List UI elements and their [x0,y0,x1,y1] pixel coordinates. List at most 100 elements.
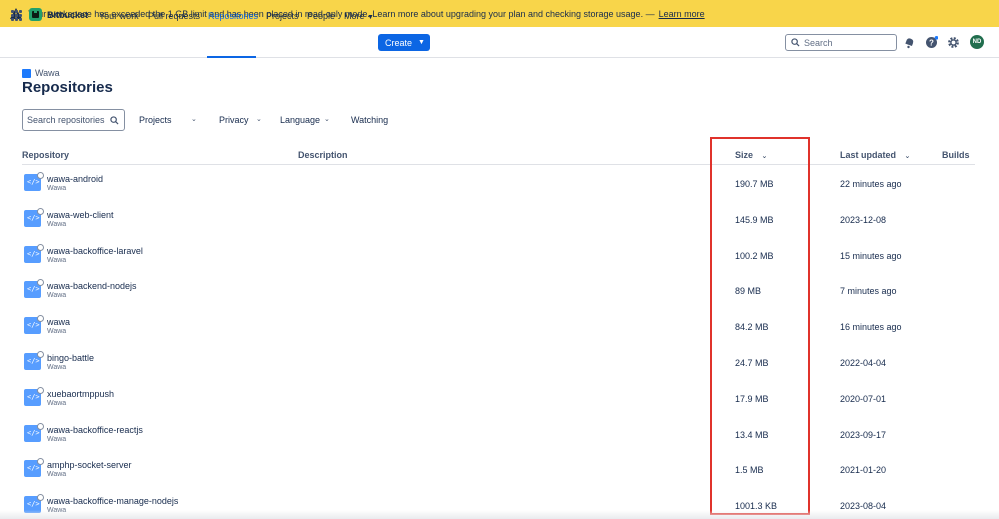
code-brackets-icon: </> [27,500,40,509]
breadcrumb-workspace[interactable]: Wawa [35,68,60,78]
repository-last-updated: 2021-01-20 [840,465,887,476]
settings-gear-icon[interactable] [947,36,960,49]
nav-more-label: More [344,11,365,21]
breadcrumb[interactable]: Wawa [22,68,60,78]
brand-name[interactable]: Bitbucket [47,10,88,20]
code-brackets-icon: </> [27,178,40,186]
global-search-input[interactable]: Search [785,34,897,51]
repository-icon: </> [24,172,44,191]
repository-project: Wawa [47,256,67,264]
table-row[interactable]: </> wawa-android Wawa 190.7 MB 22 minute… [22,165,975,201]
table-row[interactable]: </> wawa-web-client Wawa 145.9 MB 2023-1… [22,201,975,237]
private-lock-icon [37,422,44,430]
private-lock-icon [37,243,44,251]
chevron-down-icon: ⌄ [904,153,911,160]
repository-icon: </> [24,243,44,263]
create-button[interactable]: Create ▼ [378,34,430,51]
repository-project: Wawa [47,399,67,407]
code-brackets-icon: </> [27,357,40,365]
bottom-scroll-fade [0,510,999,519]
last-updated-header-label: Last updated [840,150,897,160]
code-brackets-icon: </> [27,392,40,401]
repository-name-link[interactable]: bingo-battle [47,353,94,363]
repository-project: Wawa [47,220,67,228]
size-column-highlight-box [710,137,810,515]
repository-name-link[interactable]: wawa-android [47,174,103,184]
repository-last-updated: 7 minutes ago [840,286,897,297]
private-lock-icon [37,315,44,323]
repository-last-updated: 2022-04-04 [840,358,887,368]
nav-more[interactable]: More ▼ [344,11,374,21]
language-filter[interactable]: Language ⌄ [280,115,335,125]
help-icon[interactable]: ? [925,36,938,49]
table-row[interactable]: </> bingo-battle Wawa 24.7 MB 2022-04-04 [22,344,975,380]
private-lock-icon [37,458,44,466]
chevron-down-icon: ⌄ [256,116,262,123]
search-icon [791,38,800,47]
repository-last-updated: 2023-12-08 [840,214,887,225]
repository-project: Wawa [47,185,67,192]
table-row[interactable]: </> xuebaortmppush Wawa 17.9 MB 2020-07-… [22,380,975,416]
repository-icon: </> [24,458,44,478]
active-nav-indicator [207,56,256,58]
nav-your-work[interactable]: Your work [99,11,139,21]
nav-people[interactable]: People [307,11,335,21]
repository-project: Wawa [47,328,67,336]
learn-more-link[interactable]: Learn more [659,9,705,19]
private-lock-icon [37,386,44,394]
table-row[interactable]: </> wawa-backend-nodejs Wawa 89 MB 7 min… [22,272,975,308]
repository-name-link[interactable]: wawa-backend-nodejs [47,281,137,291]
svg-text:?: ? [929,39,934,48]
private-lock-icon [37,494,44,502]
repository-name-link[interactable]: xuebaortmppush [47,389,114,399]
private-lock-icon [37,172,44,179]
code-brackets-icon: </> [27,464,40,473]
repository-icon: </> [24,351,44,370]
privacy-filter[interactable]: Privacy ⌄ [219,115,264,125]
table-row[interactable]: </> wawa Wawa 84.2 MB 16 minutes ago [22,308,975,344]
repository-name-link[interactable]: wawa [47,317,70,327]
repository-search-placeholder: Search repositories [27,115,105,125]
repository-name-link[interactable]: wawa-backoffice-reactjs [47,425,143,435]
app-switcher-icon[interactable] [11,10,22,21]
code-brackets-icon: </> [27,321,40,330]
column-header-description: Description [298,150,348,160]
repository-last-updated: 22 minutes ago [840,179,902,189]
column-header-last-updated[interactable]: Last updated ⌄ [840,150,910,160]
table-row[interactable]: </> amphp-socket-server Wawa 1.5 MB 2021… [22,451,975,487]
nav-repositories[interactable]: Repositories [208,11,258,21]
nav-projects[interactable]: Projects [266,11,299,21]
repository-project: Wawa [47,471,67,479]
projects-filter-label: Projects [139,115,172,125]
projects-filter[interactable]: Projects ⌄ [139,115,199,125]
repository-search-input[interactable]: Search repositories [22,109,125,131]
table-row[interactable]: </> wawa-backoffice-reactjs Wawa 13.4 MB… [22,416,975,452]
table-row[interactable]: </> wawa-backoffice-laravel Wawa 100.2 M… [22,237,975,273]
global-search-placeholder: Search [804,37,833,48]
nav-pull-requests[interactable]: Pull requests [148,11,200,21]
create-button-label: Create [385,37,413,48]
privacy-filter-label: Privacy [219,115,249,125]
column-header-repository[interactable]: Repository [22,150,69,160]
repository-name-link[interactable]: wawa-backoffice-laravel [47,246,143,256]
repository-name-link[interactable]: wawa-backoffice-manage-nodejs [47,496,178,506]
repository-icon: </> [24,422,44,442]
language-filter-label: Language [280,115,321,125]
repository-last-updated: 2020-07-01 [840,393,887,404]
repository-icon: </> [24,386,44,406]
notifications-icon[interactable] [903,36,916,49]
user-avatar[interactable]: ND [970,35,984,49]
repository-name-link[interactable]: wawa-web-client [47,210,114,220]
bitbucket-logo-icon[interactable] [29,8,42,21]
code-brackets-icon: </> [27,213,40,222]
code-brackets-icon: </> [27,428,40,437]
repository-last-updated: 15 minutes ago [840,250,902,261]
chevron-down-icon: ▼ [367,14,374,21]
repository-name-link[interactable]: amphp-socket-server [47,460,132,470]
repository-last-updated: 16 minutes ago [840,322,902,333]
private-lock-icon [37,351,44,358]
code-brackets-icon: </> [27,285,40,294]
page-title: Repositories [22,79,113,96]
repository-icon: </> [24,207,44,227]
watching-filter[interactable]: Watching [351,115,388,125]
